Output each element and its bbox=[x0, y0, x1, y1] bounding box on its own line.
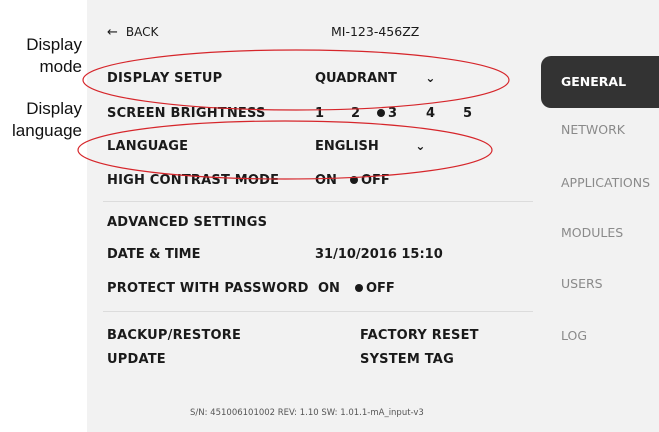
language-highlight-ellipse bbox=[77, 120, 493, 180]
annotation-overlay bbox=[77, 49, 510, 180]
display-mode-highlight-ellipse bbox=[82, 49, 510, 111]
